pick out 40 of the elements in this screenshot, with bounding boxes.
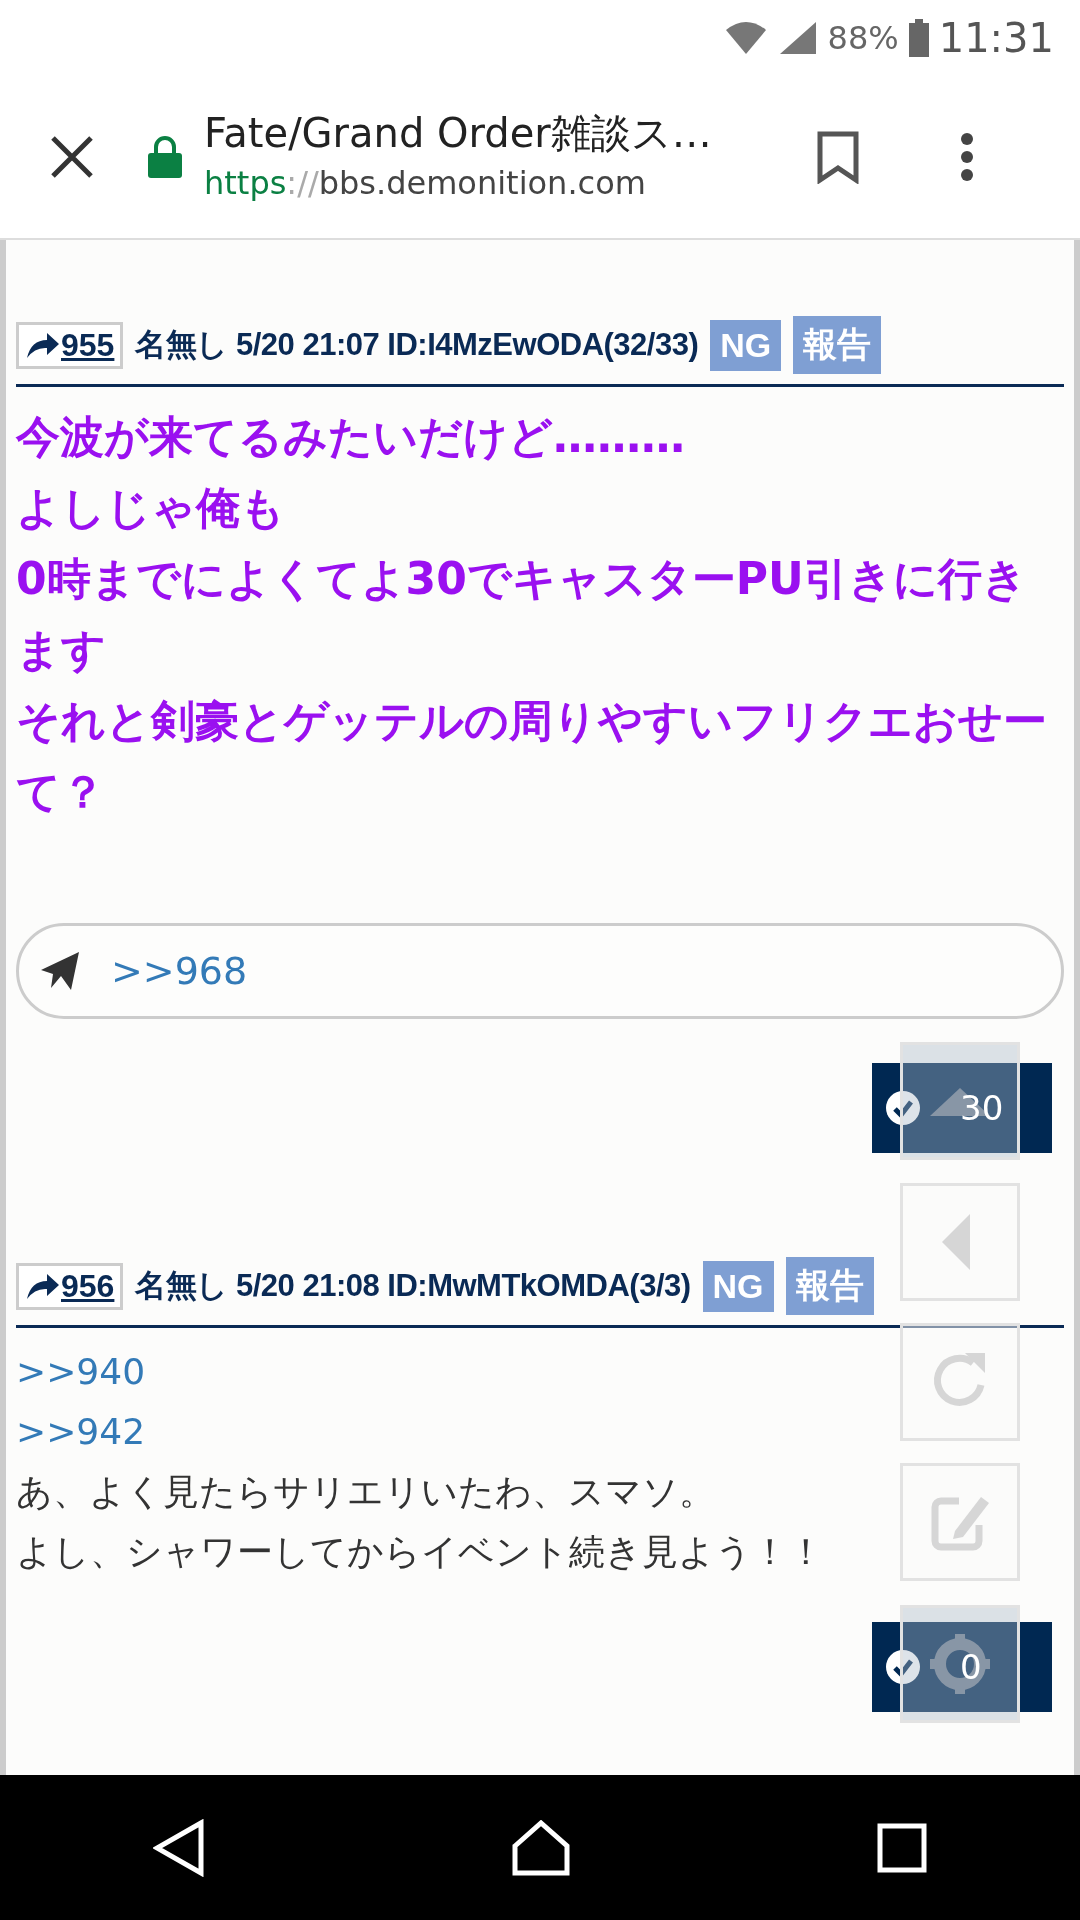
ng-button[interactable]: NG bbox=[702, 1260, 774, 1312]
page-title: Fate/Grand Order雑談ス… bbox=[204, 109, 713, 158]
recent-apps-icon[interactable] bbox=[877, 1822, 927, 1873]
post-text: よしじゃ俺も bbox=[16, 481, 286, 535]
post-number-link[interactable]: 956 bbox=[16, 1262, 124, 1310]
share-arrow-icon bbox=[25, 1271, 61, 1301]
ng-button[interactable]: NG bbox=[710, 319, 782, 371]
home-icon[interactable] bbox=[511, 1819, 571, 1876]
page-url[interactable]: https://bbs.demonition.com bbox=[204, 159, 764, 207]
settings-menu-button[interactable] bbox=[900, 1605, 1020, 1723]
reply-link[interactable]: >>940 bbox=[16, 1351, 146, 1392]
post-meta: 名無し 5/20 21:08 ID:MwMTkOMDA(3/3) bbox=[135, 1267, 691, 1305]
close-icon[interactable] bbox=[50, 135, 94, 179]
share-arrow-icon bbox=[25, 330, 61, 360]
check-icon bbox=[886, 1091, 920, 1125]
post-text: あ、よく見たらサリエリいたわ、スマソ。 bbox=[16, 1470, 716, 1514]
post-text: それと剣豪とゲッテルの周りやすいフリクエおせーて？ bbox=[16, 694, 1048, 819]
post-text: よし、シャワーしてからイベント続き見よう！！ bbox=[16, 1530, 825, 1574]
post-meta: 名無し 5/20 21:07 ID:I4MzEwODA(32/33) bbox=[135, 326, 699, 364]
reply-link[interactable]: >>942 bbox=[16, 1411, 146, 1452]
battery-percentage: 88% bbox=[827, 18, 899, 59]
bookmark-icon[interactable] bbox=[816, 130, 860, 184]
report-button[interactable]: 報告 bbox=[785, 1257, 874, 1315]
more-options-icon[interactable] bbox=[960, 132, 974, 182]
battery-icon bbox=[908, 19, 929, 57]
report-button[interactable]: 報告 bbox=[793, 316, 882, 374]
like-button[interactable]: 30 bbox=[872, 1063, 1052, 1153]
lock-icon bbox=[148, 136, 182, 178]
clock-time: 11:31 bbox=[938, 14, 1054, 63]
post-text: 0時までによくてよ30でキャスターPU引きに行きます bbox=[16, 552, 1028, 677]
post-number-link[interactable]: 955 bbox=[16, 321, 124, 369]
back-icon[interactable] bbox=[153, 1818, 205, 1877]
paper-plane-icon bbox=[39, 950, 81, 992]
post-text: 今波が来てるみたいだけど……… bbox=[16, 410, 686, 464]
scroll-top-menu-button[interactable] bbox=[900, 1042, 1020, 1160]
like-button[interactable]: 0 bbox=[872, 1622, 1052, 1712]
check-icon bbox=[886, 1650, 920, 1684]
wifi-icon bbox=[723, 20, 768, 56]
reply-field[interactable]: >>968 bbox=[16, 923, 1064, 1019]
settings-icon bbox=[930, 1634, 990, 1694]
